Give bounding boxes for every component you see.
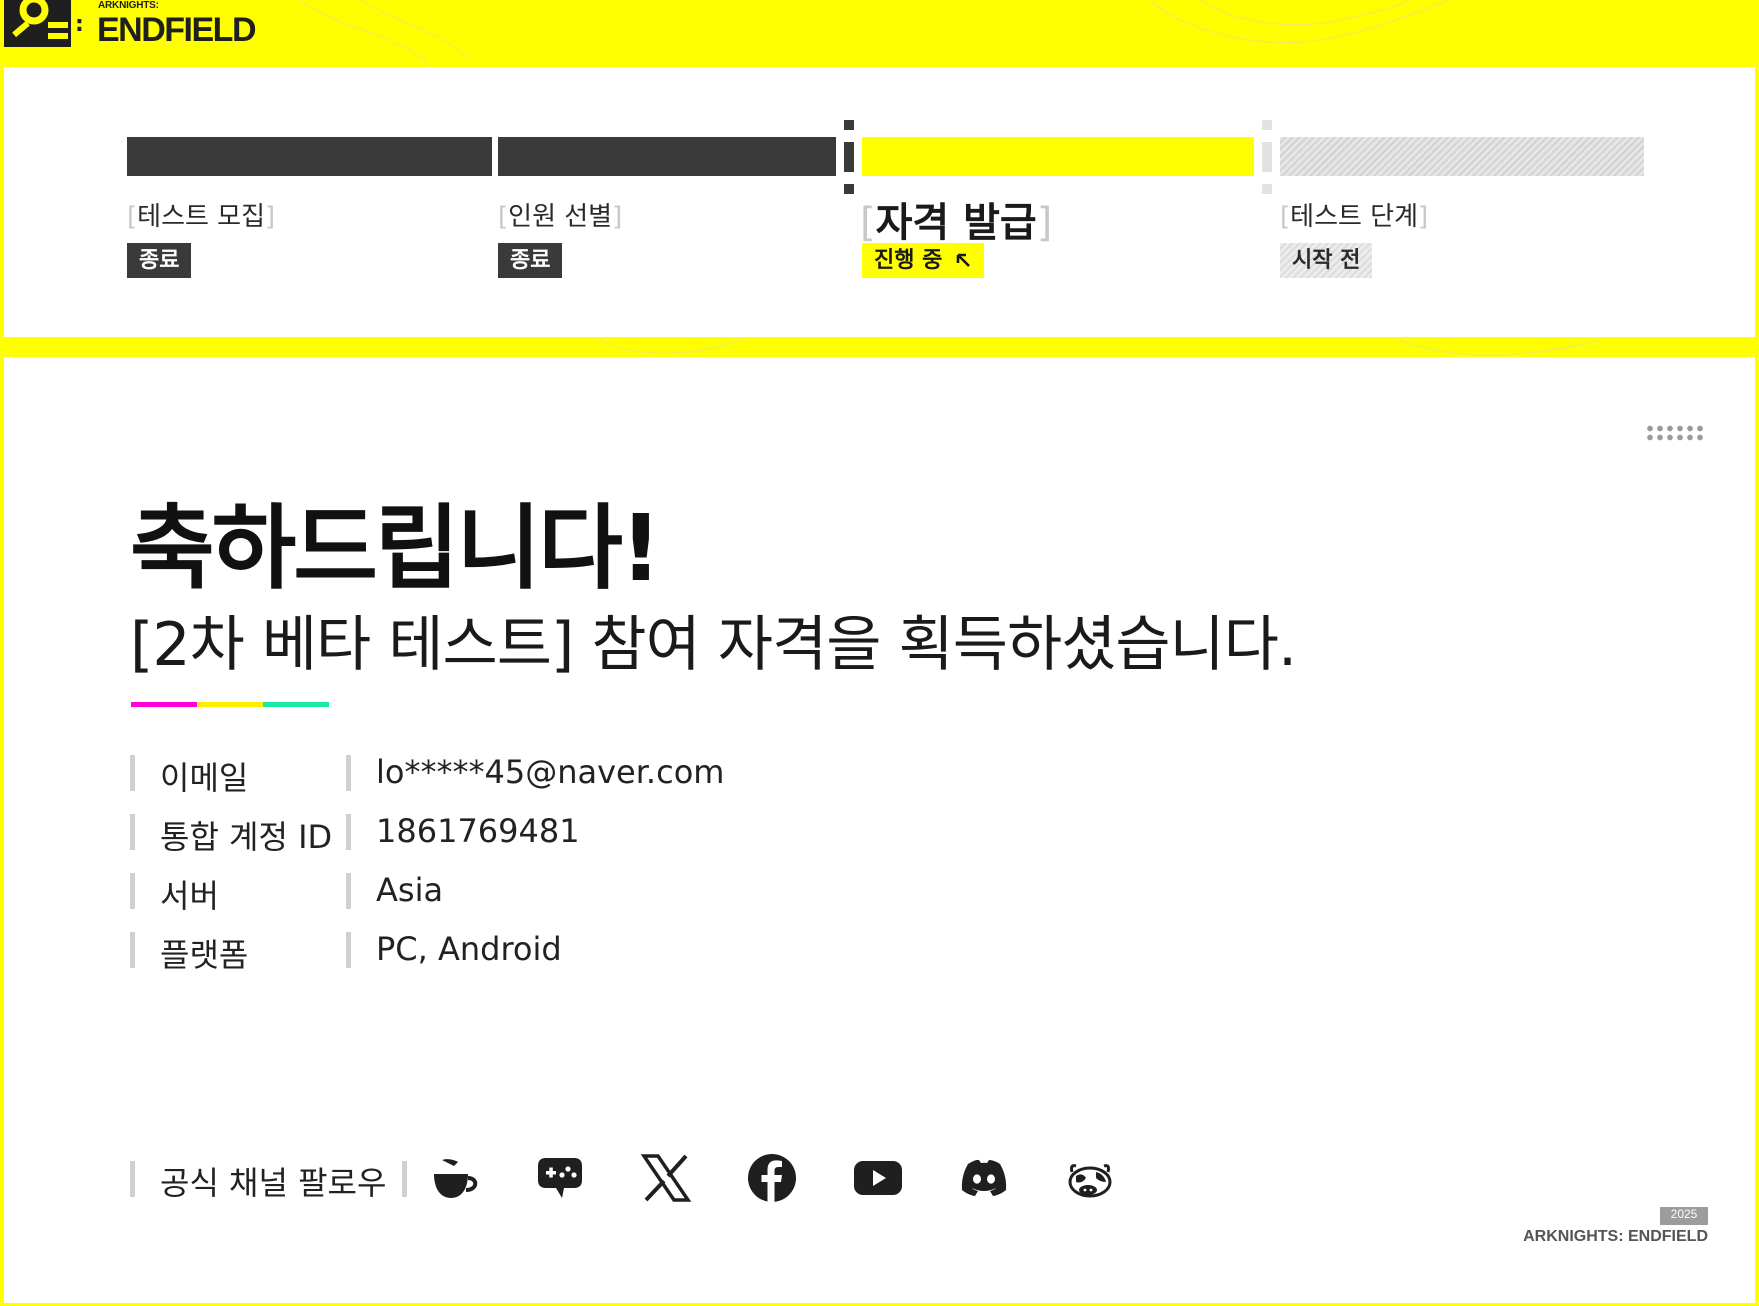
step-bar-selection (498, 137, 836, 176)
footer-brand: ARKNIGHTS: ENDFIELD (1523, 1228, 1708, 1245)
info-value: lo*****45@naver.com (376, 753, 725, 791)
x-icon[interactable] (640, 1152, 692, 1204)
cow-mascot-icon[interactable] (1064, 1152, 1116, 1204)
info-value: 1861769481 (376, 812, 580, 850)
row-divider (130, 873, 135, 909)
logo-subtitle: ARKNIGHTS: (98, 0, 159, 11)
info-label: 서버 (160, 877, 219, 915)
step-label-selection: [인원 선별] (498, 202, 623, 232)
follow-label: 공식 채널 팔로우 (160, 1164, 387, 1202)
row-divider (346, 755, 351, 791)
step-bar-issuance (862, 137, 1254, 176)
step-label-test: [테스트 단계] (1280, 202, 1429, 232)
discord-icon[interactable] (958, 1152, 1010, 1204)
info-label: 플랫폼 (160, 936, 249, 974)
info-label: 이메일 (160, 759, 249, 797)
row-divider (402, 1161, 407, 1197)
gamepad-chat-icon[interactable] (534, 1152, 586, 1204)
page-title: 축하드립니다! (130, 495, 662, 602)
logo-mark[interactable] (4, 0, 71, 47)
info-label: 통합 계정 ID (160, 818, 333, 856)
progress-marker (844, 120, 854, 194)
step-label-issuance: [자격 발급] (860, 200, 1053, 246)
row-divider (346, 932, 351, 968)
status-badge-selection: 종료 (498, 243, 563, 278)
logo-colon: : (75, 12, 84, 37)
row-divider (130, 932, 135, 968)
youtube-icon[interactable] (852, 1152, 904, 1204)
progress-divider (1262, 120, 1272, 194)
magnifier-logo-icon (12, 0, 68, 39)
status-badge-issuance[interactable]: 진행 중 (862, 243, 985, 278)
row-divider (130, 814, 135, 850)
row-divider (130, 755, 135, 791)
accent-stripe-magenta (131, 702, 197, 707)
status-badge-recruit: 종료 (127, 243, 192, 278)
dot-grid-decoration (1645, 424, 1707, 442)
facebook-icon[interactable] (746, 1152, 798, 1204)
page-subtitle: [2차 베타 테스트] 참여 자격을 획득하셨습니다. (130, 610, 1297, 680)
year-badge: 2025 (1660, 1207, 1708, 1225)
status-badge-test: 시작 전 (1280, 243, 1373, 278)
row-divider (346, 873, 351, 909)
logo-title: ENDFIELD (97, 11, 257, 49)
step-label-recruit: [테스트 모집] (127, 202, 276, 232)
accent-stripe-teal (263, 702, 329, 707)
arrow-up-left-icon (956, 253, 970, 267)
step-bar-recruit (127, 137, 492, 176)
cup-icon[interactable] (428, 1152, 480, 1204)
info-value: PC, Android (376, 930, 562, 968)
accent-stripe-yellow (197, 702, 263, 707)
step-bar-test (1280, 137, 1644, 176)
row-divider (346, 814, 351, 850)
row-divider (130, 1161, 135, 1197)
status-badge-text: 진행 중 (874, 248, 943, 273)
info-value: Asia (376, 871, 444, 909)
